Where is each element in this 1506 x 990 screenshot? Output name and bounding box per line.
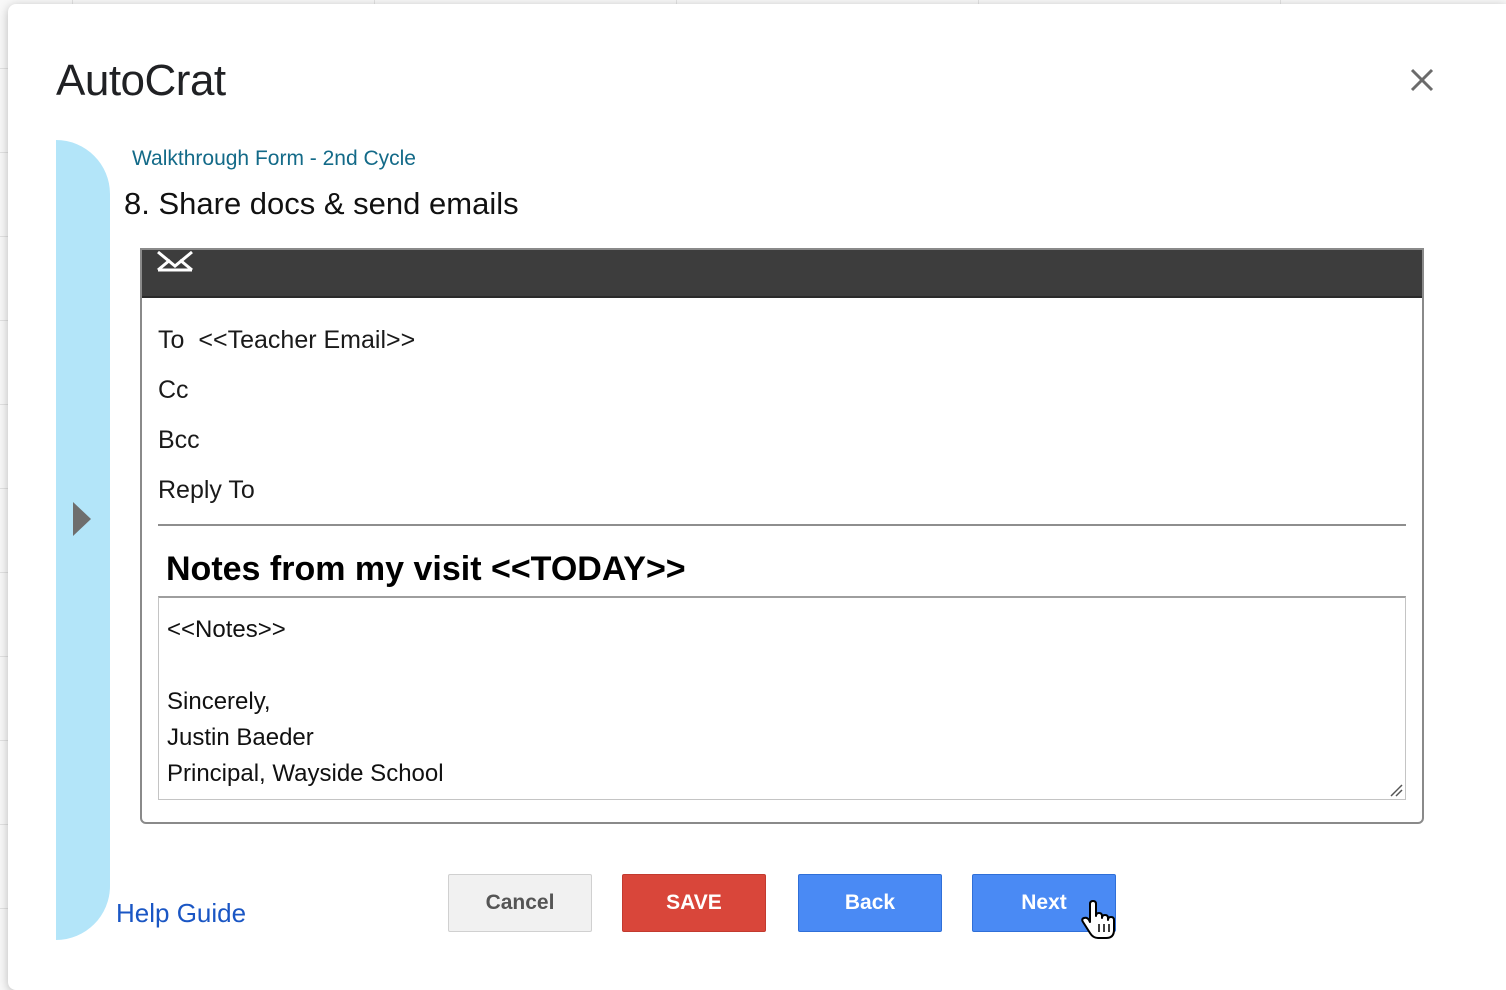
body-line — [167, 648, 1397, 684]
email-header-bar — [142, 250, 1422, 298]
next-button[interactable]: Next — [972, 874, 1116, 932]
email-subject[interactable]: Notes from my visit <<TODAY>> — [166, 550, 686, 589]
reply-to-field[interactable]: Reply To — [158, 476, 255, 505]
body-line: Sincerely, — [167, 688, 271, 715]
close-button[interactable] — [1404, 62, 1440, 98]
expand-arrow-icon[interactable] — [73, 502, 91, 536]
bcc-field[interactable]: Bcc — [158, 426, 200, 455]
email-body-textarea[interactable]: <<Notes>> Sincerely, Justin Baeder Princ… — [158, 596, 1406, 800]
close-icon — [1410, 68, 1434, 92]
side-rail — [56, 140, 110, 940]
to-label: To — [158, 326, 185, 354]
email-preview-panel: To <<Teacher Email>> Cc Bcc Reply To Note… — [140, 248, 1424, 824]
body-line: Principal, Wayside School — [167, 760, 444, 787]
bcc-label: Bcc — [158, 426, 200, 454]
breadcrumb: Walkthrough Form - 2nd Cycle — [132, 147, 416, 170]
to-value: <<Teacher Email>> — [198, 326, 416, 354]
autocrat-dialog: AutoCrat Walkthrough Form - 2nd Cycle 8.… — [8, 4, 1506, 990]
mail-icon — [157, 250, 193, 272]
cc-field[interactable]: Cc — [158, 376, 189, 405]
cc-label: Cc — [158, 376, 189, 404]
body-line: Justin Baeder — [167, 724, 314, 751]
dialog-title: AutoCrat — [56, 56, 226, 105]
resize-grip-icon[interactable] — [1387, 781, 1403, 797]
to-field[interactable]: To <<Teacher Email>> — [158, 326, 415, 355]
cancel-button[interactable]: Cancel — [448, 874, 592, 932]
divider — [158, 524, 1406, 526]
save-button[interactable]: SAVE — [622, 874, 766, 932]
help-guide-link[interactable]: Help Guide — [116, 898, 246, 929]
body-line: <<Notes>> — [167, 616, 286, 643]
step-title: 8. Share docs & send emails — [124, 186, 519, 221]
back-button[interactable]: Back — [798, 874, 942, 932]
reply-to-label: Reply To — [158, 476, 255, 504]
